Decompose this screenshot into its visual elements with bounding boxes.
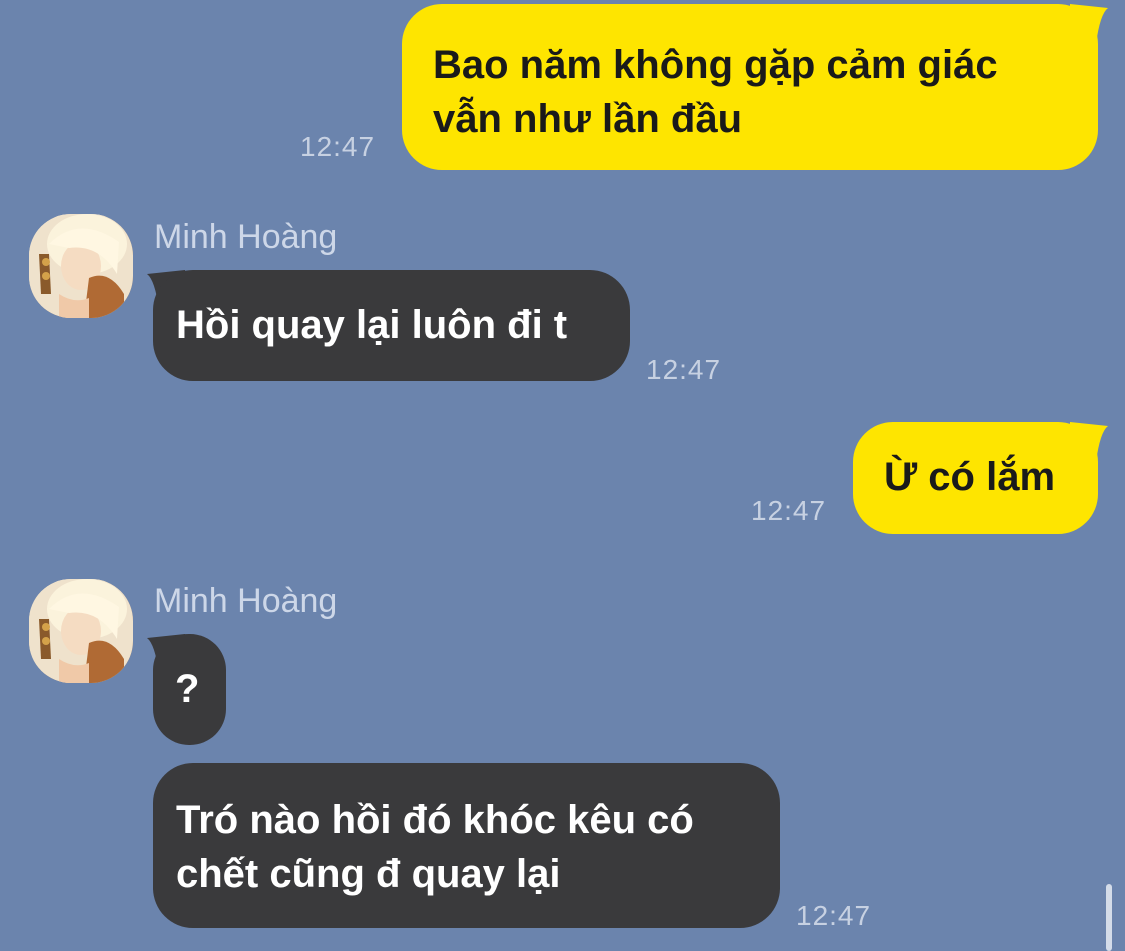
message-line: Ừ có lắm — [884, 455, 1056, 499]
avatar-photo-icon — [29, 214, 133, 318]
sender-name: Minh Hoàng — [154, 218, 338, 256]
message-timestamp: 12:47 — [751, 495, 827, 526]
incoming-message-bubble[interactable]: Tró nào hồi đó khóc kêu có chết cũng đ q… — [153, 763, 780, 928]
incoming-message-bubble[interactable]: Hồi quay lại luôn đi t — [153, 270, 630, 381]
sender-avatar[interactable] — [29, 579, 133, 683]
message-timestamp: 12:47 — [300, 131, 376, 162]
chat-thread[interactable]: Bao năm không gặp cảm giác vẫn như lần đ… — [0, 0, 1125, 951]
message-line: Tró nào hồi đó khóc kêu có — [176, 798, 694, 842]
sender-avatar[interactable] — [29, 214, 133, 318]
avatar-photo-icon — [29, 579, 133, 683]
outgoing-message-bubble[interactable]: Ừ có lắm — [853, 422, 1098, 534]
bubble-tail-icon — [1070, 422, 1108, 462]
message-line: ? — [175, 667, 200, 711]
message-line: vẫn như lần đầu — [433, 97, 743, 141]
message-line: chết cũng đ quay lại — [176, 852, 561, 896]
message-timestamp: 12:47 — [646, 354, 722, 385]
bubble-tail-icon — [1070, 4, 1108, 44]
scrollbar-thumb[interactable] — [1106, 884, 1112, 951]
incoming-message-bubble[interactable]: ? — [153, 634, 226, 745]
message-line: Bao năm không gặp cảm giác — [433, 43, 998, 87]
message-line: Hồi quay lại luôn đi t — [176, 303, 568, 347]
message-timestamp: 12:47 — [796, 900, 872, 931]
outgoing-message-bubble[interactable]: Bao năm không gặp cảm giác vẫn như lần đ… — [402, 4, 1098, 170]
sender-name: Minh Hoàng — [154, 582, 338, 620]
